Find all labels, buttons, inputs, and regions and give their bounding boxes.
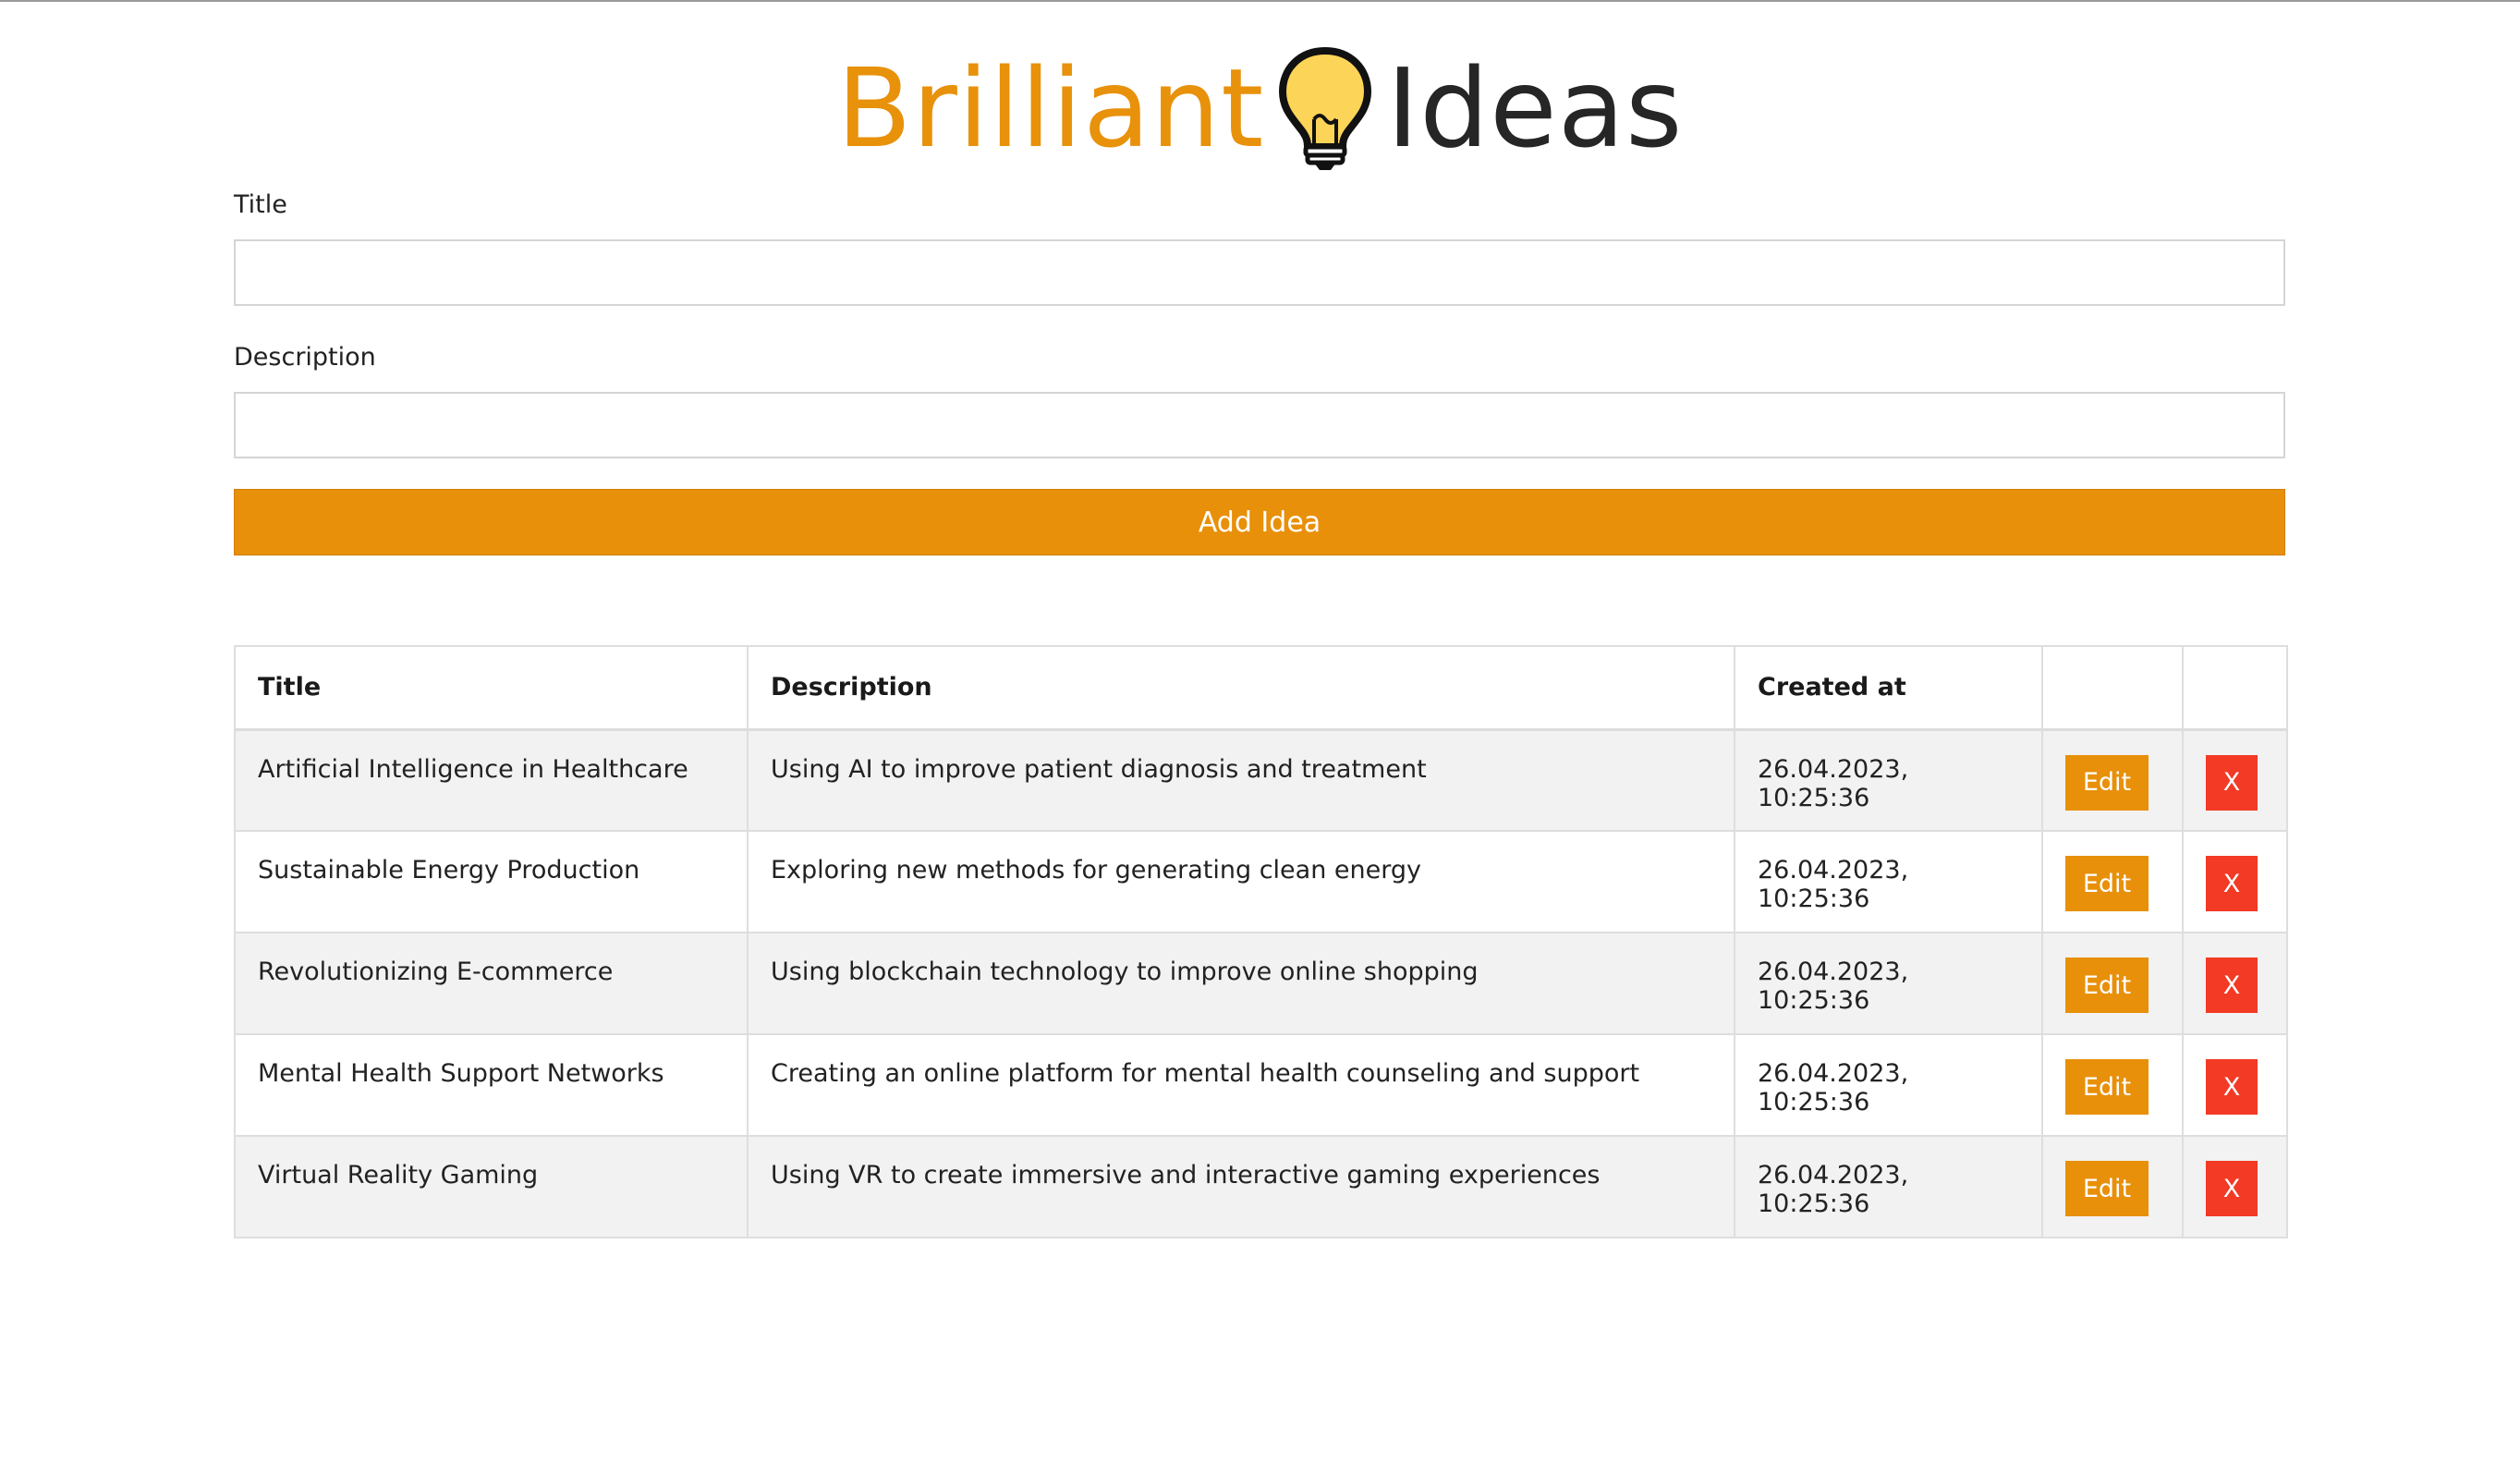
column-header-delete (2182, 645, 2288, 731)
add-idea-button[interactable]: Add Idea (234, 489, 2285, 555)
delete-button[interactable]: X (2206, 1161, 2258, 1216)
table-header-row: Title Description Created at (234, 645, 2288, 731)
idea-title: Revolutionizing E-commerce (234, 932, 749, 1035)
edit-button[interactable]: Edit (2065, 1161, 2149, 1216)
delete-button[interactable]: X (2206, 754, 2258, 811)
idea-created-at: 26.04.2023, 10:25:36 (1734, 932, 2043, 1035)
description-input[interactable] (234, 392, 2285, 458)
delete-cell: X (2182, 1135, 2288, 1238)
idea-created-at: 26.04.2023, 10:25:36 (1734, 728, 2043, 832)
table-row: Artificial Intelligence in Healthcare Us… (234, 728, 2288, 832)
edit-cell: Edit (2041, 830, 2184, 933)
table-row: Virtual Reality Gaming Using VR to creat… (234, 1135, 2288, 1238)
edit-button[interactable]: Edit (2065, 856, 2149, 911)
idea-title: Sustainable Energy Production (234, 830, 749, 933)
idea-created-at: 26.04.2023, 10:25:36 (1734, 830, 2043, 933)
delete-button[interactable]: X (2206, 1059, 2258, 1115)
logo-word-ideas: Ideas (1386, 44, 1684, 172)
table-row: Sustainable Energy Production Exploring … (234, 830, 2288, 933)
edit-button[interactable]: Edit (2065, 1059, 2149, 1115)
top-border (0, 0, 2520, 2)
app-logo: Brilliant Ideas (0, 39, 2520, 177)
table-row: Revolutionizing E-commerce Using blockch… (234, 932, 2288, 1035)
edit-cell: Edit (2041, 932, 2184, 1035)
idea-created-at: 26.04.2023, 10:25:36 (1734, 1135, 2043, 1238)
title-label: Title (234, 190, 287, 219)
idea-description: Using AI to improve patient diagnosis an… (747, 728, 1735, 832)
edit-button[interactable]: Edit (2065, 754, 2149, 811)
column-header-created-at: Created at (1734, 645, 2043, 731)
edit-button[interactable]: Edit (2065, 958, 2149, 1013)
delete-button[interactable]: X (2206, 856, 2258, 911)
edit-cell: Edit (2041, 1033, 2184, 1137)
edit-cell: Edit (2041, 1135, 2184, 1238)
delete-cell: X (2182, 830, 2288, 933)
idea-description: Using VR to create immersive and interac… (747, 1135, 1735, 1238)
title-input[interactable] (234, 239, 2285, 306)
idea-description: Creating an online platform for mental h… (747, 1033, 1735, 1137)
idea-description: Exploring new methods for generating cle… (747, 830, 1735, 933)
idea-title: Mental Health Support Networks (234, 1033, 749, 1137)
idea-title: Virtual Reality Gaming (234, 1135, 749, 1238)
idea-title: Artificial Intelligence in Healthcare (234, 728, 749, 832)
delete-cell: X (2182, 1033, 2288, 1137)
delete-cell: X (2182, 728, 2288, 832)
ideas-table: Title Description Created at Artificial … (234, 645, 2288, 1238)
column-header-title: Title (234, 645, 749, 731)
edit-cell: Edit (2041, 728, 2184, 832)
table-row: Mental Health Support Networks Creating … (234, 1033, 2288, 1137)
delete-cell: X (2182, 932, 2288, 1035)
column-header-edit (2041, 645, 2184, 731)
idea-description: Using blockchain technology to improve o… (747, 932, 1735, 1035)
lightbulb-icon (1279, 47, 1372, 170)
delete-button[interactable]: X (2206, 958, 2258, 1013)
logo-word-brilliant: Brilliant (836, 44, 1265, 172)
description-label: Description (234, 343, 376, 372)
column-header-description: Description (747, 645, 1735, 731)
idea-created-at: 26.04.2023, 10:25:36 (1734, 1033, 2043, 1137)
